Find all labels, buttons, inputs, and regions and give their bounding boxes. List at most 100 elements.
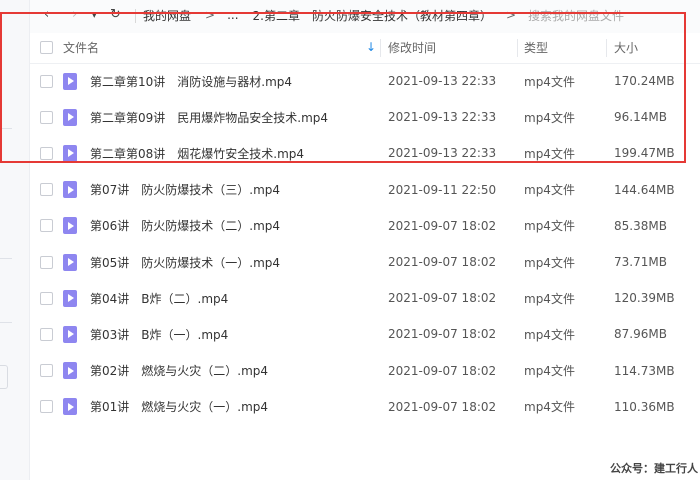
table-row[interactable]: 第04讲 B炸（二）.mp4 2021-09-07 18:02 mp4文件 120.3…	[30, 280, 700, 316]
column-header-type[interactable]: 类型	[524, 31, 548, 63]
breadcrumb-item-ellipsis[interactable]: ...	[227, 8, 238, 22]
file-name[interactable]: 第04讲 B炸（二）.mp4	[90, 290, 228, 307]
sidebar-divider	[0, 322, 12, 323]
row-checkbox[interactable]	[40, 208, 53, 244]
column-divider[interactable]	[606, 39, 607, 57]
modified-time: 2021-09-13 22:33	[388, 146, 497, 161]
table-header: 文件名 ↓ 修改时间 类型 大小	[30, 31, 700, 64]
row-checkbox[interactable]	[40, 353, 53, 389]
file-name-cell[interactable]: 第02讲 燃烧与火灾（二）.mp4	[63, 353, 268, 389]
modified-time: 2021-09-07 18:02	[388, 255, 497, 269]
video-file-icon	[63, 325, 77, 343]
file-name-cell[interactable]: 第07讲 防火防爆技术（三）.mp4	[63, 172, 280, 208]
video-file-icon	[63, 362, 77, 380]
table-row[interactable]: 第01讲 燃烧与火灾（一）.mp4 2021-09-07 18:02 mp4文件 11…	[30, 389, 700, 425]
modified-time: 2021-09-11 22:50	[388, 182, 497, 197]
nav-divider	[135, 9, 136, 23]
history-dropdown-icon[interactable]: ▾	[92, 6, 97, 26]
breadcrumb-item-root[interactable]: 我的网盘	[143, 7, 191, 24]
sidebar-divider	[0, 258, 12, 259]
file-type: mp4文件	[524, 364, 575, 379]
breadcrumb-item-current[interactable]: 2.第二章 防火防爆安全技术（教材第四章）	[253, 7, 492, 24]
row-checkbox[interactable]	[40, 135, 53, 171]
file-name[interactable]: 第06讲 防火防爆技术（二）.mp4	[90, 217, 280, 234]
file-name-cell[interactable]: 第03讲 B炸（一）.mp4	[63, 316, 228, 352]
file-size: 144.64MB	[614, 182, 675, 197]
file-name-cell[interactable]: 第06讲 防火防爆技术（二）.mp4	[63, 208, 280, 244]
file-size: 114.73MB	[614, 363, 675, 378]
file-name[interactable]: 第05讲 防火防爆技术（一）.mp4	[90, 254, 280, 271]
video-file-icon	[63, 398, 77, 416]
file-name[interactable]: 第二章第08讲 烟花爆竹安全技术.mp4	[90, 145, 304, 162]
modified-time: 2021-09-07 18:02	[388, 291, 497, 306]
column-header-name[interactable]: 文件名	[63, 31, 99, 63]
file-name[interactable]: 第02讲 燃烧与火灾（二）.mp4	[90, 362, 268, 379]
file-size: 85.38MB	[614, 218, 667, 233]
modified-time: 2021-09-07 18:02	[388, 218, 497, 233]
file-type: mp4文件	[524, 327, 575, 342]
video-file-icon	[63, 253, 77, 271]
video-file-icon	[63, 72, 77, 90]
sort-descending-icon[interactable]: ↓	[366, 31, 376, 63]
row-checkbox[interactable]	[40, 99, 53, 135]
modified-time: 2021-09-07 18:02	[388, 399, 497, 414]
file-size: 120.39MB	[614, 291, 675, 306]
video-file-icon	[63, 181, 77, 199]
select-all-checkbox[interactable]	[40, 31, 53, 63]
table-row[interactable]: 第02讲 燃烧与火灾（二）.mp4 2021-09-07 18:02 mp4文件 11…	[30, 353, 700, 389]
table-row[interactable]: 第05讲 防火防爆技术（一）.mp4 2021-09-07 18:02 mp4文件 7…	[30, 244, 700, 280]
refresh-icon[interactable]: ↻	[110, 5, 121, 25]
row-checkbox[interactable]	[40, 316, 53, 352]
table-row[interactable]: 第二章第08讲 烟花爆竹安全技术.mp4 2021-09-13 22:33 mp4文…	[30, 135, 700, 171]
table-row[interactable]: 第二章第10讲 消防设施与器材.mp4 2021-09-13 22:33 mp4文件…	[30, 63, 700, 99]
file-name[interactable]: 第二章第10讲 消防设施与器材.mp4	[90, 73, 292, 90]
file-name[interactable]: 第二章第09讲 民用爆炸物品安全技术.mp4	[90, 109, 328, 126]
column-divider[interactable]	[380, 39, 381, 57]
table-row[interactable]: 第二章第09讲 民用爆炸物品安全技术.mp4 2021-09-13 22:33 mp…	[30, 99, 700, 135]
file-size: 96.14MB	[614, 110, 667, 125]
table-row[interactable]: 第06讲 防火防爆技术（二）.mp4 2021-09-07 18:02 mp4文件 8…	[30, 208, 700, 244]
row-checkbox[interactable]	[40, 280, 53, 316]
column-divider[interactable]	[517, 39, 518, 57]
file-size: 170.24MB	[614, 74, 675, 88]
sidebar-divider	[0, 128, 12, 129]
file-name-cell[interactable]: 第04讲 B炸（二）.mp4	[63, 280, 228, 316]
breadcrumb: 我的网盘 > ... 2.第二章 防火防爆安全技术（教材第四章） >	[143, 5, 528, 25]
video-file-icon	[63, 217, 77, 235]
file-type: mp4文件	[524, 400, 575, 415]
file-name[interactable]: 第01讲 燃烧与火灾（一）.mp4	[90, 398, 268, 415]
chevron-right-icon: >	[505, 8, 517, 22]
column-header-size[interactable]: 大小	[614, 31, 638, 63]
navigation-bar: ‹ › ▾ ↻ 我的网盘 > ... 2.第二章 防火防爆安全技术（教材第四章）…	[30, 0, 700, 33]
row-checkbox[interactable]	[40, 244, 53, 280]
watermark: 公众号：建工行人	[610, 462, 698, 475]
file-name-cell[interactable]: 第01讲 燃烧与火灾（一）.mp4	[63, 389, 268, 425]
modified-time: 2021-09-13 22:33	[388, 74, 497, 88]
file-name[interactable]: 第03讲 B炸（一）.mp4	[90, 326, 228, 343]
video-file-icon	[63, 289, 77, 307]
file-type: mp4文件	[524, 255, 575, 270]
file-size: 87.96MB	[614, 327, 667, 342]
video-file-icon	[63, 108, 77, 126]
column-header-modified[interactable]: 修改时间	[388, 31, 436, 63]
file-type: mp4文件	[524, 183, 575, 198]
table-row[interactable]: 第07讲 防火防爆技术（三）.mp4 2021-09-11 22:50 mp4文件 1…	[30, 172, 700, 208]
search-input[interactable]	[528, 6, 700, 26]
row-checkbox[interactable]	[40, 172, 53, 208]
forward-arrow-icon[interactable]: ›	[72, 5, 77, 25]
row-checkbox[interactable]	[40, 63, 53, 99]
file-type: mp4文件	[524, 291, 575, 306]
file-type: mp4文件	[524, 146, 575, 161]
back-arrow-icon[interactable]: ‹	[44, 5, 49, 25]
file-name[interactable]: 第07讲 防火防爆技术（三）.mp4	[90, 181, 280, 198]
file-name-cell[interactable]: 第05讲 防火防爆技术（一）.mp4	[63, 244, 280, 280]
table-row[interactable]: 第03讲 B炸（一）.mp4 2021-09-07 18:02 mp4文件 87.96…	[30, 316, 700, 352]
file-type: mp4文件	[524, 74, 575, 89]
file-name-cell[interactable]: 第二章第09讲 民用爆炸物品安全技术.mp4	[63, 99, 328, 135]
sidebar-collapse-handle[interactable]	[0, 365, 8, 389]
file-name-cell[interactable]: 第二章第10讲 消防设施与器材.mp4	[63, 63, 292, 99]
row-checkbox[interactable]	[40, 389, 53, 425]
file-name-cell[interactable]: 第二章第08讲 烟花爆竹安全技术.mp4	[63, 135, 304, 171]
file-type: mp4文件	[524, 110, 575, 125]
chevron-right-icon: >	[205, 8, 216, 22]
